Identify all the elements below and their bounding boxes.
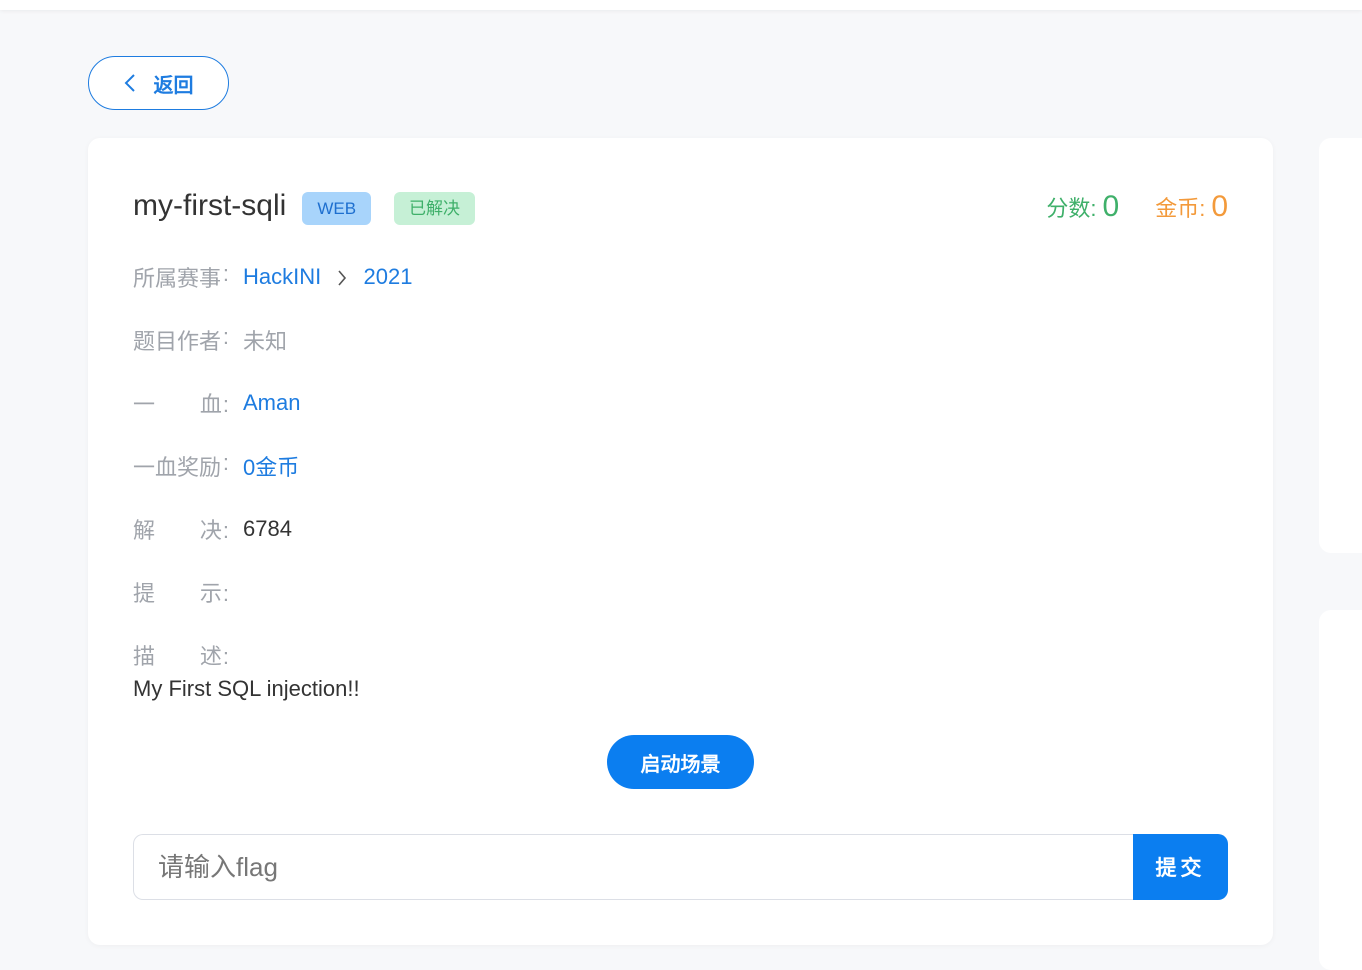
solves-label: 解 决: — [133, 518, 229, 543]
side-panel-top — [1319, 138, 1362, 553]
score-box: 分数: 0 金币: 0 — [1046, 190, 1228, 224]
event-row: 所属赛事: HackINI 2021 — [133, 261, 412, 293]
challenge-card: my-first-sqli WEB 已解决 分数: 0 金币: 0 所属赛事: … — [88, 138, 1273, 945]
flag-input[interactable] — [133, 834, 1133, 900]
event-name-link[interactable]: HackINI — [243, 264, 321, 289]
hint-row: 提 示: — [133, 576, 243, 608]
first-blood-user-link[interactable]: Aman — [243, 390, 300, 416]
submit-button[interactable]: 提交 — [1133, 834, 1228, 900]
coin-label: 金币: — [1155, 196, 1206, 221]
event-year-link[interactable]: 2021 — [364, 264, 413, 289]
description-text: My First SQL injection!! — [133, 676, 360, 701]
challenge-title: my-first-sqli — [133, 188, 287, 222]
category-tag: WEB — [302, 192, 372, 225]
solves-row: 解 决: 6784 — [133, 513, 292, 545]
author-row: 题目作者: 未知 — [133, 324, 287, 356]
hint-label: 提 示: — [133, 581, 229, 606]
author-label: 题目作者: — [133, 324, 229, 354]
status-badge: 已解决 — [394, 192, 476, 225]
launch-scene-button[interactable]: 启动场景 — [607, 735, 754, 789]
event-label: 所属赛事: — [133, 261, 229, 291]
description-row: 描 述: — [133, 639, 229, 671]
chevron-right-icon — [338, 270, 347, 286]
first-blood-reward-label: 一血奖励: — [133, 450, 229, 480]
score-label: 分数: — [1046, 196, 1097, 221]
first-blood-label: 一 血: — [133, 392, 229, 417]
title-row: my-first-sqli WEB 已解决 — [133, 186, 476, 225]
flag-form: 提交 — [133, 834, 1228, 900]
event-value: HackINI 2021 — [243, 264, 412, 290]
side-panel-bottom — [1319, 610, 1362, 970]
first-blood-reward-row: 一血奖励: 0金币 — [133, 450, 299, 482]
solves-value: 6784 — [243, 516, 292, 541]
back-label: 返回 — [153, 74, 194, 97]
description-label: 描 述: — [133, 644, 229, 669]
coin-value: 0 — [1211, 190, 1228, 223]
back-button[interactable]: 返回 — [88, 56, 229, 110]
top-bar — [0, 0, 1362, 10]
first-blood-row: 一 血: Aman — [133, 387, 300, 419]
chevron-left-icon — [124, 74, 135, 92]
author-value: 未知 — [243, 329, 288, 354]
score-value: 0 — [1102, 190, 1120, 223]
first-blood-reward-value: 0金币 — [243, 455, 300, 480]
